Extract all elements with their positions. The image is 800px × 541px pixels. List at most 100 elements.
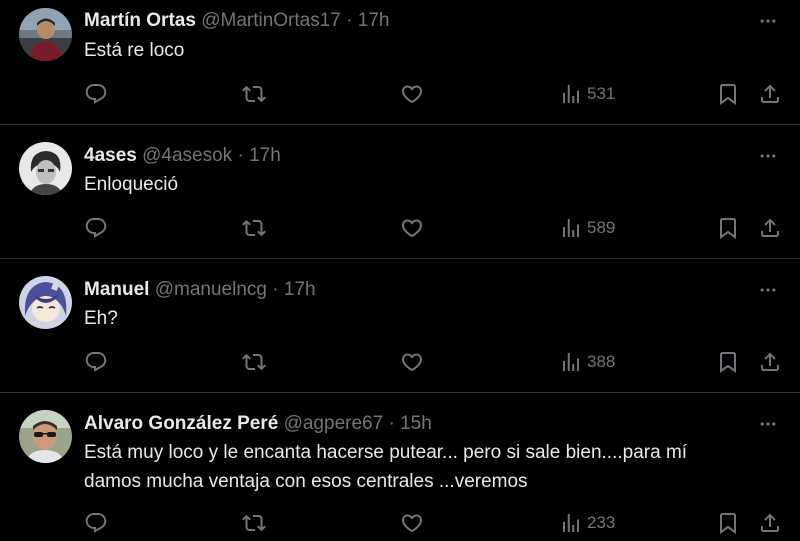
tweet-feed: Martín Ortas @MartinOrtas17 · 17h Está r…	[0, 0, 800, 541]
tweet-header: Manuel @manuelncg · 17h	[84, 278, 316, 302]
user-handle[interactable]: @agpere67	[284, 413, 384, 434]
like-button[interactable]	[400, 80, 424, 108]
user-handle[interactable]: @4asesok	[142, 145, 232, 166]
avatar[interactable]	[19, 276, 72, 329]
repost-icon	[242, 82, 266, 106]
views-count: 233	[587, 513, 616, 532]
more-options-button[interactable]	[756, 414, 780, 434]
timestamp[interactable]: 17h	[358, 10, 390, 31]
avatar-photo-man-outdoors-icon	[19, 8, 72, 61]
tweet-header: Martín Ortas @MartinOrtas17 · 17h	[84, 9, 389, 33]
views-chart-icon	[559, 350, 583, 374]
tweet-text-line: Está muy loco y le encanta hacerse putea…	[84, 442, 688, 463]
bookmark-icon	[716, 216, 740, 240]
share-button[interactable]	[758, 80, 782, 108]
avatar[interactable]	[19, 142, 72, 195]
avatar-anime-character-icon	[19, 276, 72, 329]
reply-icon	[84, 350, 108, 374]
timestamp[interactable]: 15h	[400, 413, 432, 434]
display-name[interactable]: Manuel	[84, 279, 149, 300]
share-icon	[758, 511, 782, 535]
bookmark-button[interactable]	[716, 80, 740, 108]
share-button[interactable]	[758, 214, 782, 242]
like-button[interactable]	[400, 509, 424, 537]
avatar-photo-man-sunglasses-icon	[19, 410, 72, 463]
action-bar: 233	[84, 509, 784, 537]
share-icon	[758, 216, 782, 240]
timestamp[interactable]: 17h	[249, 145, 281, 166]
repost-button[interactable]	[242, 509, 266, 537]
more-horizontal-icon	[756, 146, 780, 166]
share-icon	[758, 350, 782, 374]
heart-icon	[400, 511, 424, 535]
more-options-button[interactable]	[756, 146, 780, 166]
separator-dot: ·	[237, 145, 244, 166]
tweet[interactable]: Alvaro González Peré @agpere67 · 15h Est…	[0, 393, 800, 541]
views-button[interactable]: 233	[559, 509, 615, 537]
repost-icon	[242, 511, 266, 535]
views-chart-icon	[559, 216, 583, 240]
tweet-text-line: damos mucha ventaja con esos centrales .…	[84, 471, 528, 492]
reply-button[interactable]	[84, 509, 108, 537]
views-chart-icon	[559, 82, 583, 106]
avatar-black-white-portrait-icon	[19, 142, 72, 195]
share-icon	[758, 82, 782, 106]
action-bar: 589	[84, 214, 784, 242]
share-button[interactable]	[758, 509, 782, 537]
tweet[interactable]: Martín Ortas @MartinOrtas17 · 17h Está r…	[0, 0, 800, 125]
views-count: 531	[587, 84, 616, 103]
repost-button[interactable]	[242, 348, 266, 376]
tweet-header: Alvaro González Peré @agpere67 · 15h	[84, 412, 432, 436]
views-button[interactable]: 589	[559, 214, 615, 242]
heart-icon	[400, 216, 424, 240]
more-horizontal-icon	[756, 11, 780, 31]
views-chart-icon	[559, 511, 583, 535]
bookmark-icon	[716, 82, 740, 106]
more-options-button[interactable]	[756, 11, 780, 31]
more-options-button[interactable]	[756, 280, 780, 300]
more-horizontal-icon	[756, 414, 780, 434]
repost-icon	[242, 216, 266, 240]
like-button[interactable]	[400, 348, 424, 376]
heart-icon	[400, 82, 424, 106]
tweet[interactable]: Manuel @manuelncg · 17h Eh? 388	[0, 259, 800, 393]
views-button[interactable]: 531	[559, 80, 615, 108]
tweet-text: Enloqueció	[84, 174, 179, 195]
repost-button[interactable]	[242, 80, 266, 108]
bookmark-button[interactable]	[716, 348, 740, 376]
views-button[interactable]: 388	[559, 348, 615, 376]
bookmark-button[interactable]	[716, 214, 740, 242]
user-handle[interactable]: @manuelncg	[155, 279, 267, 300]
reply-button[interactable]	[84, 80, 108, 108]
tweet-header: 4ases @4asesok · 17h	[84, 144, 281, 168]
like-button[interactable]	[400, 214, 424, 242]
more-horizontal-icon	[756, 280, 780, 300]
tweet-text: Está re loco	[84, 40, 185, 61]
avatar[interactable]	[19, 8, 72, 61]
user-handle[interactable]: @MartinOrtas17	[201, 10, 341, 31]
reply-button[interactable]	[84, 348, 108, 376]
separator-dot: ·	[272, 279, 279, 300]
avatar[interactable]	[19, 410, 72, 463]
share-button[interactable]	[758, 348, 782, 376]
display-name[interactable]: Martín Ortas	[84, 10, 196, 31]
repost-icon	[242, 350, 266, 374]
tweet[interactable]: 4ases @4asesok · 17h Enloqueció 589	[0, 125, 800, 259]
separator-dot: ·	[388, 413, 395, 434]
action-bar: 388	[84, 348, 784, 376]
reply-icon	[84, 216, 108, 240]
tweet-text: Eh?	[84, 308, 118, 329]
reply-icon	[84, 82, 108, 106]
reply-button[interactable]	[84, 214, 108, 242]
display-name[interactable]: Alvaro González Peré	[84, 413, 278, 434]
bookmark-icon	[716, 511, 740, 535]
bookmark-button[interactable]	[716, 509, 740, 537]
display-name[interactable]: 4ases	[84, 145, 137, 166]
tweet-text: Está muy loco y le encanta hacerse putea…	[84, 438, 774, 496]
separator-dot: ·	[346, 10, 353, 31]
repost-button[interactable]	[242, 214, 266, 242]
heart-icon	[400, 350, 424, 374]
timestamp[interactable]: 17h	[284, 279, 316, 300]
bookmark-icon	[716, 350, 740, 374]
action-bar: 531	[84, 80, 784, 108]
